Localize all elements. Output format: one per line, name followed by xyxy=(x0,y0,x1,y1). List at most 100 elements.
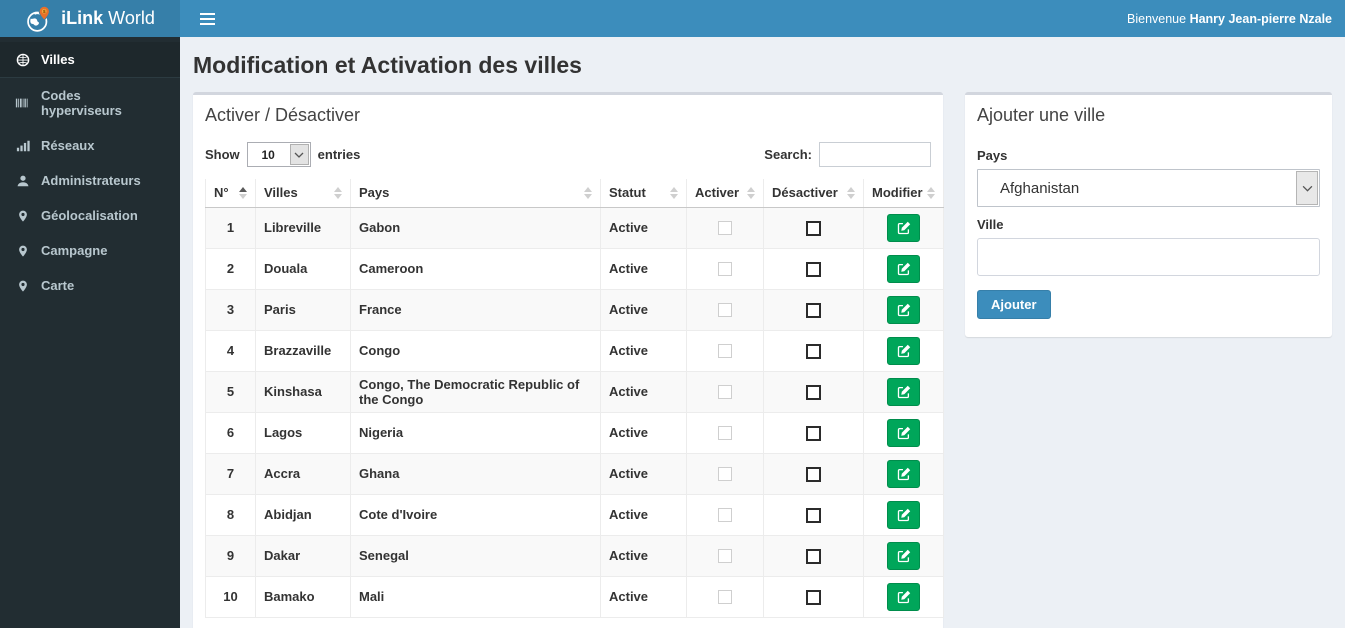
cell-pays: Gabon xyxy=(350,206,601,249)
cell-num: 4 xyxy=(205,329,256,372)
page-title: Modification et Activation des villes xyxy=(193,52,582,78)
table-row: 2 Douala Cameroon Active xyxy=(205,247,944,290)
desactiver-checkbox[interactable] xyxy=(806,220,821,236)
cell-ville: Kinshasa xyxy=(255,370,351,413)
modifier-button[interactable] xyxy=(887,377,920,406)
desactiver-checkbox[interactable] xyxy=(806,548,821,564)
column-header-n-[interactable]: N° xyxy=(205,179,256,208)
column-header-modifier[interactable]: Modifier xyxy=(863,179,944,208)
ville-label: Ville xyxy=(977,217,1004,232)
desactiver-checkbox[interactable] xyxy=(806,343,821,359)
sidebar-item-label: Géolocalisation xyxy=(41,208,138,223)
cell-pays: Congo xyxy=(350,329,601,372)
sort-icon xyxy=(584,186,592,199)
desactiver-checkbox[interactable] xyxy=(806,261,821,277)
activer-checkbox xyxy=(718,221,732,236)
column-header-statut[interactable]: Statut xyxy=(600,179,687,208)
cities-table: N° Villes Pays Statut Activer Désactiver Modif… xyxy=(205,179,944,618)
modifier-button[interactable] xyxy=(887,500,920,529)
svg-text:$: $ xyxy=(43,9,46,15)
column-header-activer[interactable]: Activer xyxy=(686,179,764,208)
desactiver-checkbox[interactable] xyxy=(806,425,821,441)
globe-pin-logo-icon: $ xyxy=(25,5,53,33)
modifier-button[interactable] xyxy=(887,582,920,611)
page-length-select[interactable]: 10 xyxy=(246,142,311,167)
modifier-button[interactable] xyxy=(887,541,920,570)
modifier-button[interactable] xyxy=(887,213,920,242)
table-row: 5 Kinshasa Congo, The Democratic Republic … xyxy=(205,370,944,413)
modifier-button[interactable] xyxy=(887,459,920,488)
sort-icon xyxy=(670,186,678,199)
activer-checkbox xyxy=(718,467,732,482)
add-city-panel: Ajouter une ville Pays Afghanistan Ville… xyxy=(965,92,1332,337)
table-panel-title: Activer / Désactiver xyxy=(205,105,361,125)
activer-checkbox xyxy=(718,262,732,277)
cell-ville: Dakar xyxy=(255,534,351,577)
globe-icon xyxy=(15,53,30,67)
cell-ville: Abidjan xyxy=(255,493,351,536)
cell-pays: Ghana xyxy=(350,452,601,495)
sidebar-item-reseaux[interactable]: Réseaux xyxy=(0,128,180,163)
cell-statut: Active xyxy=(600,411,687,454)
cell-ville: Paris xyxy=(255,288,351,331)
edit-icon xyxy=(897,590,911,604)
edit-icon xyxy=(897,467,911,481)
sort-icon xyxy=(927,186,935,199)
edit-icon xyxy=(897,344,911,358)
cell-statut: Active xyxy=(600,206,687,249)
cell-num: 2 xyxy=(205,247,256,290)
column-header-pays[interactable]: Pays xyxy=(350,179,601,208)
sidebar-item-administrateurs[interactable]: Administrateurs xyxy=(0,163,180,198)
modifier-button[interactable] xyxy=(887,336,920,365)
search-input[interactable] xyxy=(819,142,931,167)
cell-ville: Libreville xyxy=(255,206,351,249)
column-header-d-sactiver[interactable]: Désactiver xyxy=(763,179,864,208)
desactiver-checkbox[interactable] xyxy=(806,589,821,605)
sidebar-item-label: Codes hyperviseurs xyxy=(40,88,122,118)
cell-pays: Senegal xyxy=(350,534,601,577)
sidebar-item-geolocalisation[interactable]: Géolocalisation xyxy=(0,198,180,233)
cell-num: 5 xyxy=(205,370,256,413)
activer-checkbox xyxy=(718,590,732,605)
cell-pays: Congo, The Democratic Republic of the Co… xyxy=(350,370,601,413)
cities-table-panel: Activer / Désactiver Show 10 entries Sea… xyxy=(193,92,944,628)
pays-select[interactable]: Afghanistan xyxy=(977,169,1320,207)
edit-icon xyxy=(897,221,911,235)
desactiver-checkbox[interactable] xyxy=(806,507,821,523)
show-label: Show xyxy=(205,147,240,162)
column-header-villes[interactable]: Villes xyxy=(255,179,351,208)
pays-label: Pays xyxy=(977,148,1008,163)
sidebar-item-label: Villes xyxy=(41,52,75,67)
cell-statut: Active xyxy=(600,575,687,618)
sidebar-item-label: Administrateurs xyxy=(41,173,141,188)
edit-icon xyxy=(897,549,911,563)
desactiver-checkbox[interactable] xyxy=(806,384,821,400)
desactiver-checkbox[interactable] xyxy=(806,466,821,482)
chevron-down-icon xyxy=(289,144,309,165)
cell-ville: Lagos xyxy=(255,411,351,454)
activer-checkbox xyxy=(718,508,732,523)
ajouter-button[interactable]: Ajouter xyxy=(977,290,1051,319)
table-row: 4 Brazzaville Congo Active xyxy=(205,329,944,372)
sidebar-item-villes[interactable]: Villes xyxy=(0,42,180,78)
sidebar-item-codes-hyperviseurs[interactable]: Codes hyperviseurs xyxy=(0,78,180,128)
main-content: Modification et Activation des villes Ac… xyxy=(180,37,1345,628)
table-row: 7 Accra Ghana Active xyxy=(205,452,944,495)
sidebar-item-label: Campagne xyxy=(41,243,108,258)
activer-checkbox xyxy=(718,549,732,564)
sort-icon xyxy=(747,186,755,199)
modifier-button[interactable] xyxy=(887,295,920,324)
sort-icon xyxy=(239,186,247,199)
edit-icon xyxy=(897,303,911,317)
sidebar-item-carte[interactable]: Carte xyxy=(0,268,180,303)
ville-input[interactable] xyxy=(977,238,1320,276)
modifier-button[interactable] xyxy=(887,254,920,283)
welcome-text: Bienvenue Hanry Jean-pierre Nzale xyxy=(1127,11,1332,26)
sidebar-item-campagne[interactable]: Campagne xyxy=(0,233,180,268)
table-row: 6 Lagos Nigeria Active xyxy=(205,411,944,454)
desactiver-checkbox[interactable] xyxy=(806,302,821,318)
modifier-button[interactable] xyxy=(887,418,920,447)
sidebar-toggle-hamburger-icon[interactable] xyxy=(196,9,219,29)
app-logo[interactable]: $ iLink World xyxy=(0,0,180,37)
cell-num: 9 xyxy=(205,534,256,577)
